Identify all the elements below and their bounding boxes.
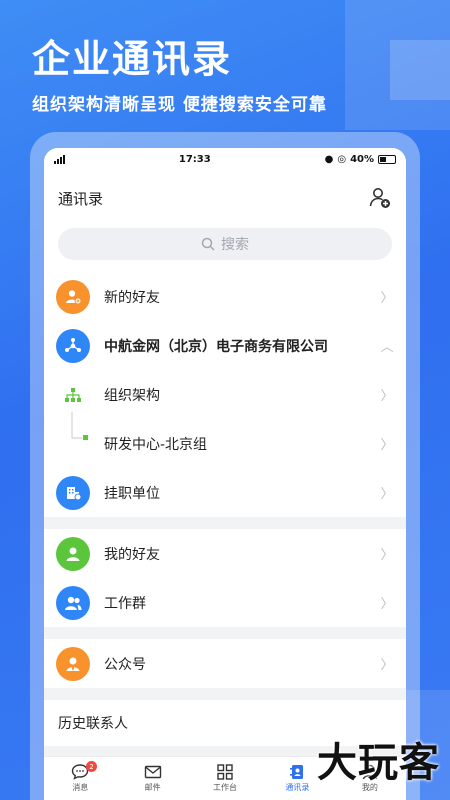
promo-headline: 企业通讯录 <box>32 37 233 81</box>
group-icon <box>56 585 90 620</box>
row-my-friends[interactable]: 我的好友 〉 <box>44 529 406 578</box>
row-official-accounts[interactable]: 公众号 〉 <box>44 639 406 688</box>
add-contact-icon[interactable] <box>368 186 392 210</box>
page-title: 通讯录 <box>58 189 104 208</box>
section-divider <box>44 517 406 529</box>
tab-label: 邮件 <box>144 783 161 792</box>
row-label: 组织架构 <box>104 387 160 404</box>
chevron-right-icon: 〉 <box>380 597 394 612</box>
battery-percent: 40% <box>350 153 374 165</box>
friend-icon <box>56 536 90 571</box>
grid-icon <box>217 764 233 780</box>
row-label: 我的好友 <box>104 546 160 563</box>
row-work-groups[interactable]: 工作群 〉 <box>44 578 406 627</box>
row-label: 新的好友 <box>104 289 160 306</box>
person-icon: ● <box>324 153 334 165</box>
row-affiliated-units[interactable]: 挂职单位 〉 <box>44 468 406 517</box>
row-org-structure[interactable]: 组织架构 〉 <box>44 370 406 419</box>
phone-screen: 17:33 ● ◎ 40% 通讯录 搜索 新的好友 〉 中航金网（北京）电子商务… <box>44 148 406 800</box>
history-title: 历史联系人 <box>58 716 128 732</box>
official-section: 公众号 〉 <box>44 639 406 688</box>
contacts-icon <box>290 765 304 779</box>
search-container: 搜索 <box>44 226 406 272</box>
tab-messages[interactable]: 2 消息 <box>44 757 116 800</box>
chevron-right-icon: 〉 <box>380 548 394 563</box>
row-label: 工作群 <box>104 595 146 612</box>
watermark-text: 大玩客 <box>317 740 440 786</box>
row-company[interactable]: 中航金网（北京）电子商务有限公司 ︿ <box>44 321 406 370</box>
row-department[interactable]: 研发中心-北京组 〉 <box>44 412 406 468</box>
section-divider <box>44 688 406 700</box>
app-header: 通讯录 <box>44 170 406 226</box>
tab-label: 消息 <box>72 783 89 792</box>
row-label: 挂职单位 <box>104 485 160 502</box>
rotation-lock-icon: ◎ <box>337 153 347 165</box>
chevron-right-icon: 〉 <box>380 487 394 502</box>
search-placeholder: 搜索 <box>221 237 249 253</box>
official-account-icon <box>56 646 90 681</box>
decor-block <box>390 40 450 100</box>
org-tree-icon <box>56 378 90 412</box>
promo-subline: 组织架构清晰呈现 便捷搜索安全可靠 <box>32 95 327 115</box>
section-divider <box>44 627 406 639</box>
search-input[interactable]: 搜索 <box>58 228 392 260</box>
search-icon <box>201 237 215 251</box>
unread-badge: 2 <box>86 761 97 772</box>
friends-section: 我的好友 〉 工作群 〉 <box>44 529 406 627</box>
chevron-up-icon: ︿ <box>380 340 394 355</box>
company-network-icon <box>56 328 90 363</box>
tree-branch-icon <box>56 412 90 461</box>
status-time: 17:33 <box>178 153 211 165</box>
tab-mail[interactable]: 邮件 <box>116 757 188 800</box>
chevron-right-icon: 〉 <box>380 389 394 404</box>
battery-icon <box>378 154 396 164</box>
row-new-friends[interactable]: 新的好友 〉 <box>44 272 406 321</box>
chevron-right-icon: 〉 <box>380 438 394 453</box>
department-name: 研发中心-北京组 <box>104 436 208 453</box>
tab-workbench[interactable]: 工作台 <box>189 757 261 800</box>
signal-icon <box>54 154 65 164</box>
building-icon <box>56 475 90 510</box>
mail-icon <box>144 765 161 779</box>
tab-label: 通讯录 <box>285 783 310 792</box>
chevron-right-icon: 〉 <box>380 658 394 673</box>
new-friend-icon <box>56 279 90 314</box>
contact-menu: 新的好友 〉 中航金网（北京）电子商务有限公司 ︿ 组织架构 〉 研发中心-北京… <box>44 272 406 517</box>
chevron-right-icon: 〉 <box>380 291 394 306</box>
row-label: 公众号 <box>104 656 146 673</box>
tab-label: 工作台 <box>213 783 238 792</box>
company-name: 中航金网（北京）电子商务有限公司 <box>104 338 328 355</box>
status-bar: 17:33 ● ◎ 40% <box>44 148 406 170</box>
